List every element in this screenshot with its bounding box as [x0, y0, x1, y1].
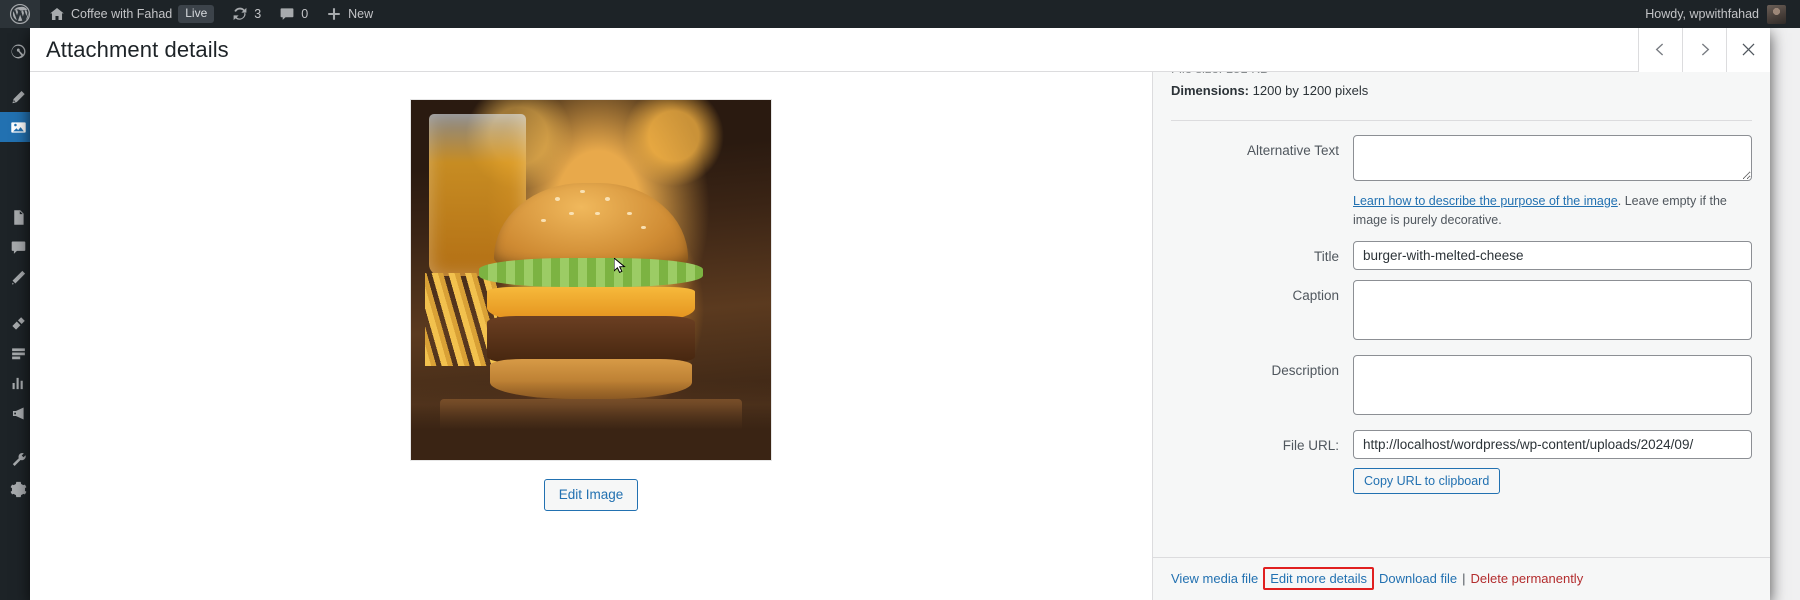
- description-label: Description: [1271, 362, 1339, 378]
- howdy-label: Howdy, wpwithfahad: [1645, 7, 1759, 21]
- title-input[interactable]: [1353, 240, 1752, 270]
- copy-url-button[interactable]: Copy URL to clipboard: [1353, 467, 1501, 494]
- download-file-link[interactable]: Download file: [1379, 571, 1457, 586]
- caption-control: [1353, 279, 1752, 345]
- modal-header: Attachment details: [30, 27, 1770, 72]
- edit-image-button[interactable]: Edit Image: [543, 479, 639, 511]
- updates-menu[interactable]: 3: [223, 0, 270, 28]
- file-url-label: File URL:: [1282, 437, 1339, 453]
- live-badge: Live: [178, 5, 215, 23]
- wp-logo-menu[interactable]: [0, 0, 40, 28]
- burger-bottom-bun: [490, 359, 692, 399]
- file-url-control: Copy URL to clipboard: [1353, 429, 1752, 494]
- file-meta-block: File size: 151 KB Dimensions: 1200 by 12…: [1171, 72, 1752, 114]
- close-icon: [1742, 43, 1755, 56]
- alt-text-field-row: Alternative Text Learn how to describe t…: [1171, 135, 1752, 231]
- site-name-label: Coffee with Fahad: [71, 7, 173, 21]
- description-control: [1353, 354, 1752, 420]
- chevron-left-icon: [1655, 43, 1664, 56]
- chevron-right-icon: [1701, 43, 1710, 56]
- account-menu[interactable]: Howdy, wpwithfahad: [1635, 0, 1800, 28]
- attachment-preview-pane: Edit Image: [30, 72, 1152, 600]
- page-title: Attachment details: [46, 36, 229, 62]
- edit-more-details-link[interactable]: Edit more details: [1270, 571, 1367, 586]
- comment-bubble-icon: [280, 8, 294, 20]
- attachment-image: [410, 99, 772, 461]
- attachment-details-modal: Attachment details Edit Image Dimensions…: [30, 27, 1770, 600]
- dimensions-label: Dimensions:: [1171, 83, 1250, 98]
- modal-header-buttons: [1638, 27, 1770, 72]
- alt-text-help-link[interactable]: Learn how to describe the purpose of the…: [1353, 194, 1618, 208]
- dimensions-line: Dimensions: 1200 by 1200 pixels: [1171, 80, 1752, 102]
- updates-icon: [233, 7, 247, 21]
- details-divider: [1171, 120, 1752, 121]
- new-label: New: [348, 7, 374, 21]
- admin-bar: Coffee with Fahad Live 3 0 New Howdy, wp…: [0, 0, 1800, 28]
- wooden-board: [439, 398, 743, 442]
- description-input[interactable]: [1353, 354, 1752, 415]
- new-content-menu[interactable]: New: [317, 0, 382, 28]
- updates-count: 3: [254, 7, 262, 21]
- attachment-actions: View media file Edit more details Downlo…: [1153, 557, 1770, 600]
- alt-text-label: Alternative Text: [1246, 143, 1339, 158]
- file-url-field-row: File URL: Copy URL to clipboard: [1171, 429, 1752, 494]
- action-separator: |: [1462, 571, 1466, 586]
- mouse-cursor-icon: [613, 257, 627, 274]
- title-label: Title: [1313, 248, 1339, 264]
- avatar: [1767, 4, 1786, 24]
- caption-label: Caption: [1292, 287, 1339, 303]
- close-modal-button[interactable]: [1726, 27, 1770, 72]
- alt-text-input[interactable]: [1353, 135, 1752, 181]
- admin-bar-left: Coffee with Fahad Live 3 0 New: [0, 0, 382, 28]
- site-name-menu[interactable]: Coffee with Fahad Live: [40, 0, 223, 28]
- burger-patty: [486, 316, 696, 363]
- delete-permanently-link[interactable]: Delete permanently: [1470, 571, 1583, 586]
- details-scroll-area[interactable]: File size: 151 KB Dimensions: 1200 by 12…: [1153, 72, 1770, 557]
- next-media-button[interactable]: [1682, 27, 1726, 72]
- comments-count: 0: [301, 7, 309, 21]
- file-url-input[interactable]: [1353, 429, 1752, 459]
- dimensions-value: 1200 by 1200 pixels: [1252, 83, 1369, 98]
- edit-more-details-highlight: Edit more details: [1263, 567, 1375, 590]
- home-icon: [50, 8, 64, 20]
- alt-text-control: Learn how to describe the purpose of the…: [1353, 135, 1752, 231]
- title-field-row: Title: [1171, 240, 1752, 270]
- comments-menu[interactable]: 0: [270, 0, 317, 28]
- burger-top-bun: [493, 182, 689, 270]
- description-field-row: Description: [1171, 354, 1752, 420]
- plus-icon: [328, 8, 340, 20]
- file-size-line: File size: 151 KB: [1171, 72, 1752, 80]
- title-control: [1353, 240, 1752, 270]
- caption-field-row: Caption: [1171, 279, 1752, 345]
- wordpress-logo-icon: [9, 3, 31, 25]
- view-media-file-link[interactable]: View media file: [1171, 571, 1258, 586]
- attachment-details-sidebar: File size: 151 KB Dimensions: 1200 by 12…: [1152, 72, 1770, 600]
- modal-body: Edit Image File size: 151 KB Dimensions:…: [30, 72, 1770, 600]
- burger-lettuce: [479, 258, 703, 288]
- caption-input[interactable]: [1353, 279, 1752, 340]
- previous-media-button[interactable]: [1638, 27, 1682, 72]
- alt-text-help: Learn how to describe the purpose of the…: [1353, 192, 1752, 231]
